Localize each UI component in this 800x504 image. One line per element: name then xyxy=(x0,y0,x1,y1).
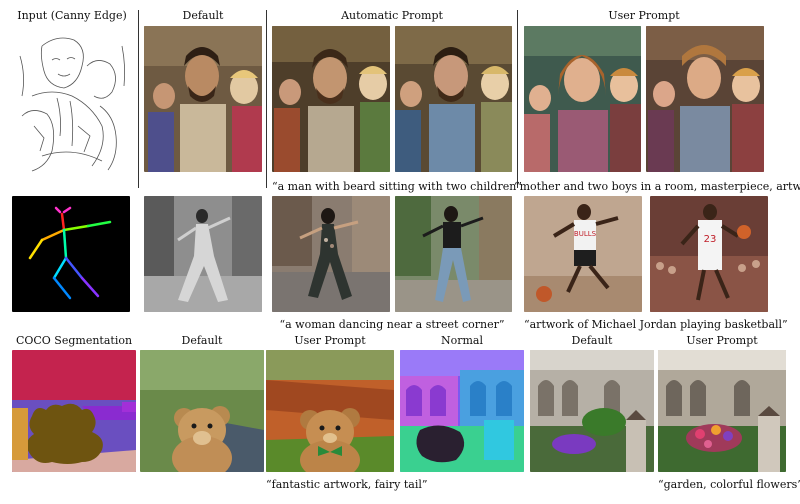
label-user-prompt: User Prompt xyxy=(294,334,366,347)
caption-user-prompt: “mother and two boys in a room, masterpi… xyxy=(514,180,800,193)
user-prompt-output-2: 23 xyxy=(650,196,768,312)
user-prompt-output-1: BULLS xyxy=(524,196,642,312)
caption-automatic-prompt: “a man with beard sitting with two child… xyxy=(272,180,522,193)
user-prompt-output-1 xyxy=(524,26,641,172)
label-default: Default xyxy=(571,334,613,347)
caption-automatic-prompt: “a woman dancing near a street corner” xyxy=(279,318,505,331)
label-default: Default xyxy=(181,334,223,347)
label-automatic-prompt: Automatic Prompt xyxy=(341,9,443,22)
jersey-number: 23 xyxy=(704,234,717,245)
user-prompt-output-1 xyxy=(266,350,394,472)
coco-segmentation-image xyxy=(12,350,136,472)
canny-edge-image xyxy=(12,26,132,172)
label-normal: Normal xyxy=(440,334,483,347)
automatic-prompt-output-2 xyxy=(395,196,512,312)
default-output-image xyxy=(140,350,264,472)
default-output-image xyxy=(144,26,262,172)
caption-garden-user-prompt: “garden, colorful flowers” xyxy=(658,478,800,491)
automatic-prompt-output-1 xyxy=(272,196,390,312)
automatic-prompt-output-2 xyxy=(395,26,512,172)
default-output-image xyxy=(530,350,654,472)
separator-line xyxy=(138,10,139,188)
label-default: Default xyxy=(182,9,224,22)
label-user-prompt: User Prompt xyxy=(686,334,758,347)
automatic-prompt-output-1 xyxy=(272,26,390,172)
separator-line xyxy=(517,10,518,188)
separator-line xyxy=(266,10,267,188)
normal-map-image xyxy=(400,350,524,472)
label-coco-segmentation: COCO Segmentation xyxy=(15,334,133,347)
default-output-image xyxy=(144,196,262,312)
label-input-canny-edge: Input (Canny Edge) xyxy=(17,9,127,22)
pose-skeleton-image xyxy=(12,196,130,312)
caption-teddy-user-prompt: “fantastic artwork, fairy tail” xyxy=(266,478,428,491)
label-user-prompt: User Prompt xyxy=(608,9,680,22)
caption-user-prompt: “artwork of Michael Jordan playing baske… xyxy=(524,318,788,331)
user-prompt-output-1 xyxy=(658,350,786,472)
user-prompt-output-2 xyxy=(646,26,764,172)
jersey-text: BULLS xyxy=(574,230,597,238)
